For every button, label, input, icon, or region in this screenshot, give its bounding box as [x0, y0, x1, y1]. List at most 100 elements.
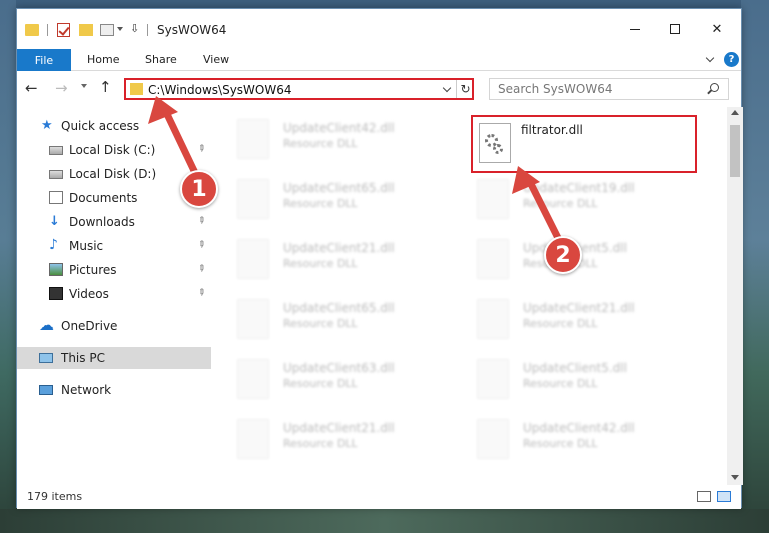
dll-file-icon: [477, 179, 509, 219]
list-item[interactable]: UpdateClient65.dll Resource DLL: [217, 171, 447, 227]
recent-locations-chevron-icon[interactable]: [81, 84, 87, 88]
explorer-window: ⇩ SysWOW64 ✕ File Home Share View ? ← → …: [16, 8, 743, 509]
file-name: UpdateClient65.dll: [283, 181, 395, 195]
file-name: UpdateClient63.dll: [283, 361, 395, 375]
rename-icon[interactable]: [100, 24, 114, 36]
file-list: UpdateClient42.dll Resource DLL UpdateCl…: [217, 107, 727, 485]
maximize-icon: [670, 24, 680, 34]
chevron-down-icon[interactable]: [117, 27, 123, 31]
gear-icon: [493, 144, 503, 154]
sidebar-item-label: Downloads: [69, 215, 135, 229]
status-bar: 179 items: [17, 485, 741, 509]
maximize-button[interactable]: [655, 17, 695, 41]
file-type: Resource DLL: [523, 437, 598, 450]
file-type: Resource DLL: [523, 317, 598, 330]
properties-check-icon[interactable]: [57, 23, 70, 37]
pin-icon: ✎: [194, 286, 207, 300]
new-folder-icon[interactable]: [79, 24, 93, 36]
details-view-icon[interactable]: [697, 491, 711, 502]
tab-file[interactable]: File: [17, 49, 71, 71]
address-path[interactable]: C:\Windows\SysWOW64: [148, 83, 292, 97]
sidebar-item-videos[interactable]: Videos ✎: [17, 283, 211, 305]
scrollbar-thumb[interactable]: [730, 125, 740, 177]
back-arrow-icon[interactable]: ←: [25, 79, 38, 97]
dll-file-icon: [237, 119, 269, 159]
tab-share[interactable]: Share: [145, 53, 177, 66]
toolbar-separator: [47, 24, 48, 36]
dll-file-icon: [237, 359, 269, 399]
minimize-icon: [630, 28, 640, 30]
scroll-down-icon[interactable]: [731, 475, 739, 480]
file-type: Resource DLL: [523, 377, 598, 390]
close-button[interactable]: ✕: [697, 17, 737, 41]
up-arrow-icon[interactable]: ↑: [99, 78, 112, 96]
dll-file-icon: [237, 179, 269, 219]
list-item[interactable]: UpdateClient65.dll Resource DLL: [217, 291, 447, 347]
folder-icon: [25, 24, 39, 36]
sidebar-item-network[interactable]: Network: [17, 379, 211, 401]
sidebar-item-this-pc[interactable]: This PC: [17, 347, 211, 369]
dll-file-icon: [477, 239, 509, 279]
refresh-icon[interactable]: ↻: [456, 80, 474, 98]
large-icons-view-icon[interactable]: [717, 491, 731, 502]
sidebar-item-music[interactable]: ♪ Music ✎: [17, 235, 211, 257]
sidebar-item-label: This PC: [61, 351, 105, 365]
file-type: Resource DLL: [523, 197, 598, 210]
filtrator-dll-file[interactable]: filtrator.dll: [471, 115, 697, 173]
file-name: UpdateClient42.dll: [283, 121, 395, 135]
file-name: UpdateClient21.dll: [283, 421, 395, 435]
list-item[interactable]: UpdateClient42.dll Resource DLL: [457, 411, 687, 467]
sidebar-item-quick-access[interactable]: ★ Quick access: [17, 115, 211, 137]
sidebar-item-label: Local Disk (C:): [69, 143, 156, 157]
music-icon: ♪: [49, 237, 58, 253]
sidebar-item-label: Local Disk (D:): [69, 167, 157, 181]
scroll-up-icon[interactable]: [731, 110, 739, 115]
annotation-callout-1: 1: [180, 170, 218, 208]
list-item[interactable]: UpdateClient21.dll Resource DLL: [457, 291, 687, 347]
list-item[interactable]: UpdateClient42.dll Resource DLL: [217, 111, 447, 167]
list-item[interactable]: UpdateClient21.dll Resource DLL: [217, 231, 447, 287]
help-icon[interactable]: ?: [724, 52, 739, 67]
file-type: Resource DLL: [283, 197, 358, 210]
sidebar-item-label: Network: [61, 383, 112, 397]
forward-arrow-icon[interactable]: →: [55, 79, 68, 97]
file-type: Resource DLL: [283, 257, 358, 270]
desktop-background-right: [741, 0, 769, 533]
search-icon[interactable]: [710, 83, 719, 92]
downloads-icon: ↓: [49, 214, 60, 229]
sidebar-item-local-disk-c[interactable]: Local Disk (C:) ✎: [17, 139, 211, 161]
pin-icon: ✎: [194, 142, 207, 156]
list-item[interactable]: UpdateClient63.dll Resource DLL: [217, 351, 447, 407]
pin-icon: ✎: [194, 238, 207, 252]
dll-file-icon: [477, 419, 509, 459]
list-item[interactable]: UpdateClient5.dll Resource DLL: [457, 351, 687, 407]
sidebar-item-label: Music: [69, 239, 104, 253]
sidebar-item-label: OneDrive: [61, 319, 118, 333]
pin-icon: ✎: [194, 262, 207, 276]
tab-view[interactable]: View: [203, 53, 229, 66]
file-name: UpdateClient21.dll: [283, 241, 395, 255]
expand-ribbon-chevron-icon[interactable]: [705, 53, 715, 63]
disk-icon: [49, 146, 63, 155]
customize-toolbar-icon[interactable]: ⇩: [130, 22, 139, 35]
address-bar[interactable]: C:\Windows\SysWOW64 ↻: [124, 78, 474, 100]
dll-file-icon: [477, 359, 509, 399]
list-item[interactable]: UpdateClient19.dll Resource DLL: [457, 171, 687, 227]
vertical-scrollbar[interactable]: [727, 107, 743, 485]
address-history-chevron-icon[interactable]: [442, 83, 452, 93]
network-icon: [39, 385, 53, 395]
file-name: UpdateClient5.dll: [523, 361, 627, 375]
search-input[interactable]: Search SysWOW64: [489, 78, 729, 100]
title-bar: ⇩ SysWOW64 ✕: [17, 9, 741, 49]
minimize-button[interactable]: [615, 17, 655, 41]
sidebar-item-onedrive[interactable]: ☁ OneDrive: [17, 315, 211, 337]
sidebar-item-pictures[interactable]: Pictures ✎: [17, 259, 211, 281]
file-type: Resource DLL: [283, 377, 358, 390]
onedrive-icon: ☁: [39, 316, 54, 334]
tab-home[interactable]: Home: [87, 53, 119, 66]
pin-icon: ✎: [194, 214, 207, 228]
list-item[interactable]: UpdateClient21.dll Resource DLL: [217, 411, 447, 467]
file-name: UpdateClient42.dll: [523, 421, 635, 435]
sidebar-item-downloads[interactable]: ↓ Downloads ✎: [17, 211, 211, 233]
file-name: UpdateClient65.dll: [283, 301, 395, 315]
